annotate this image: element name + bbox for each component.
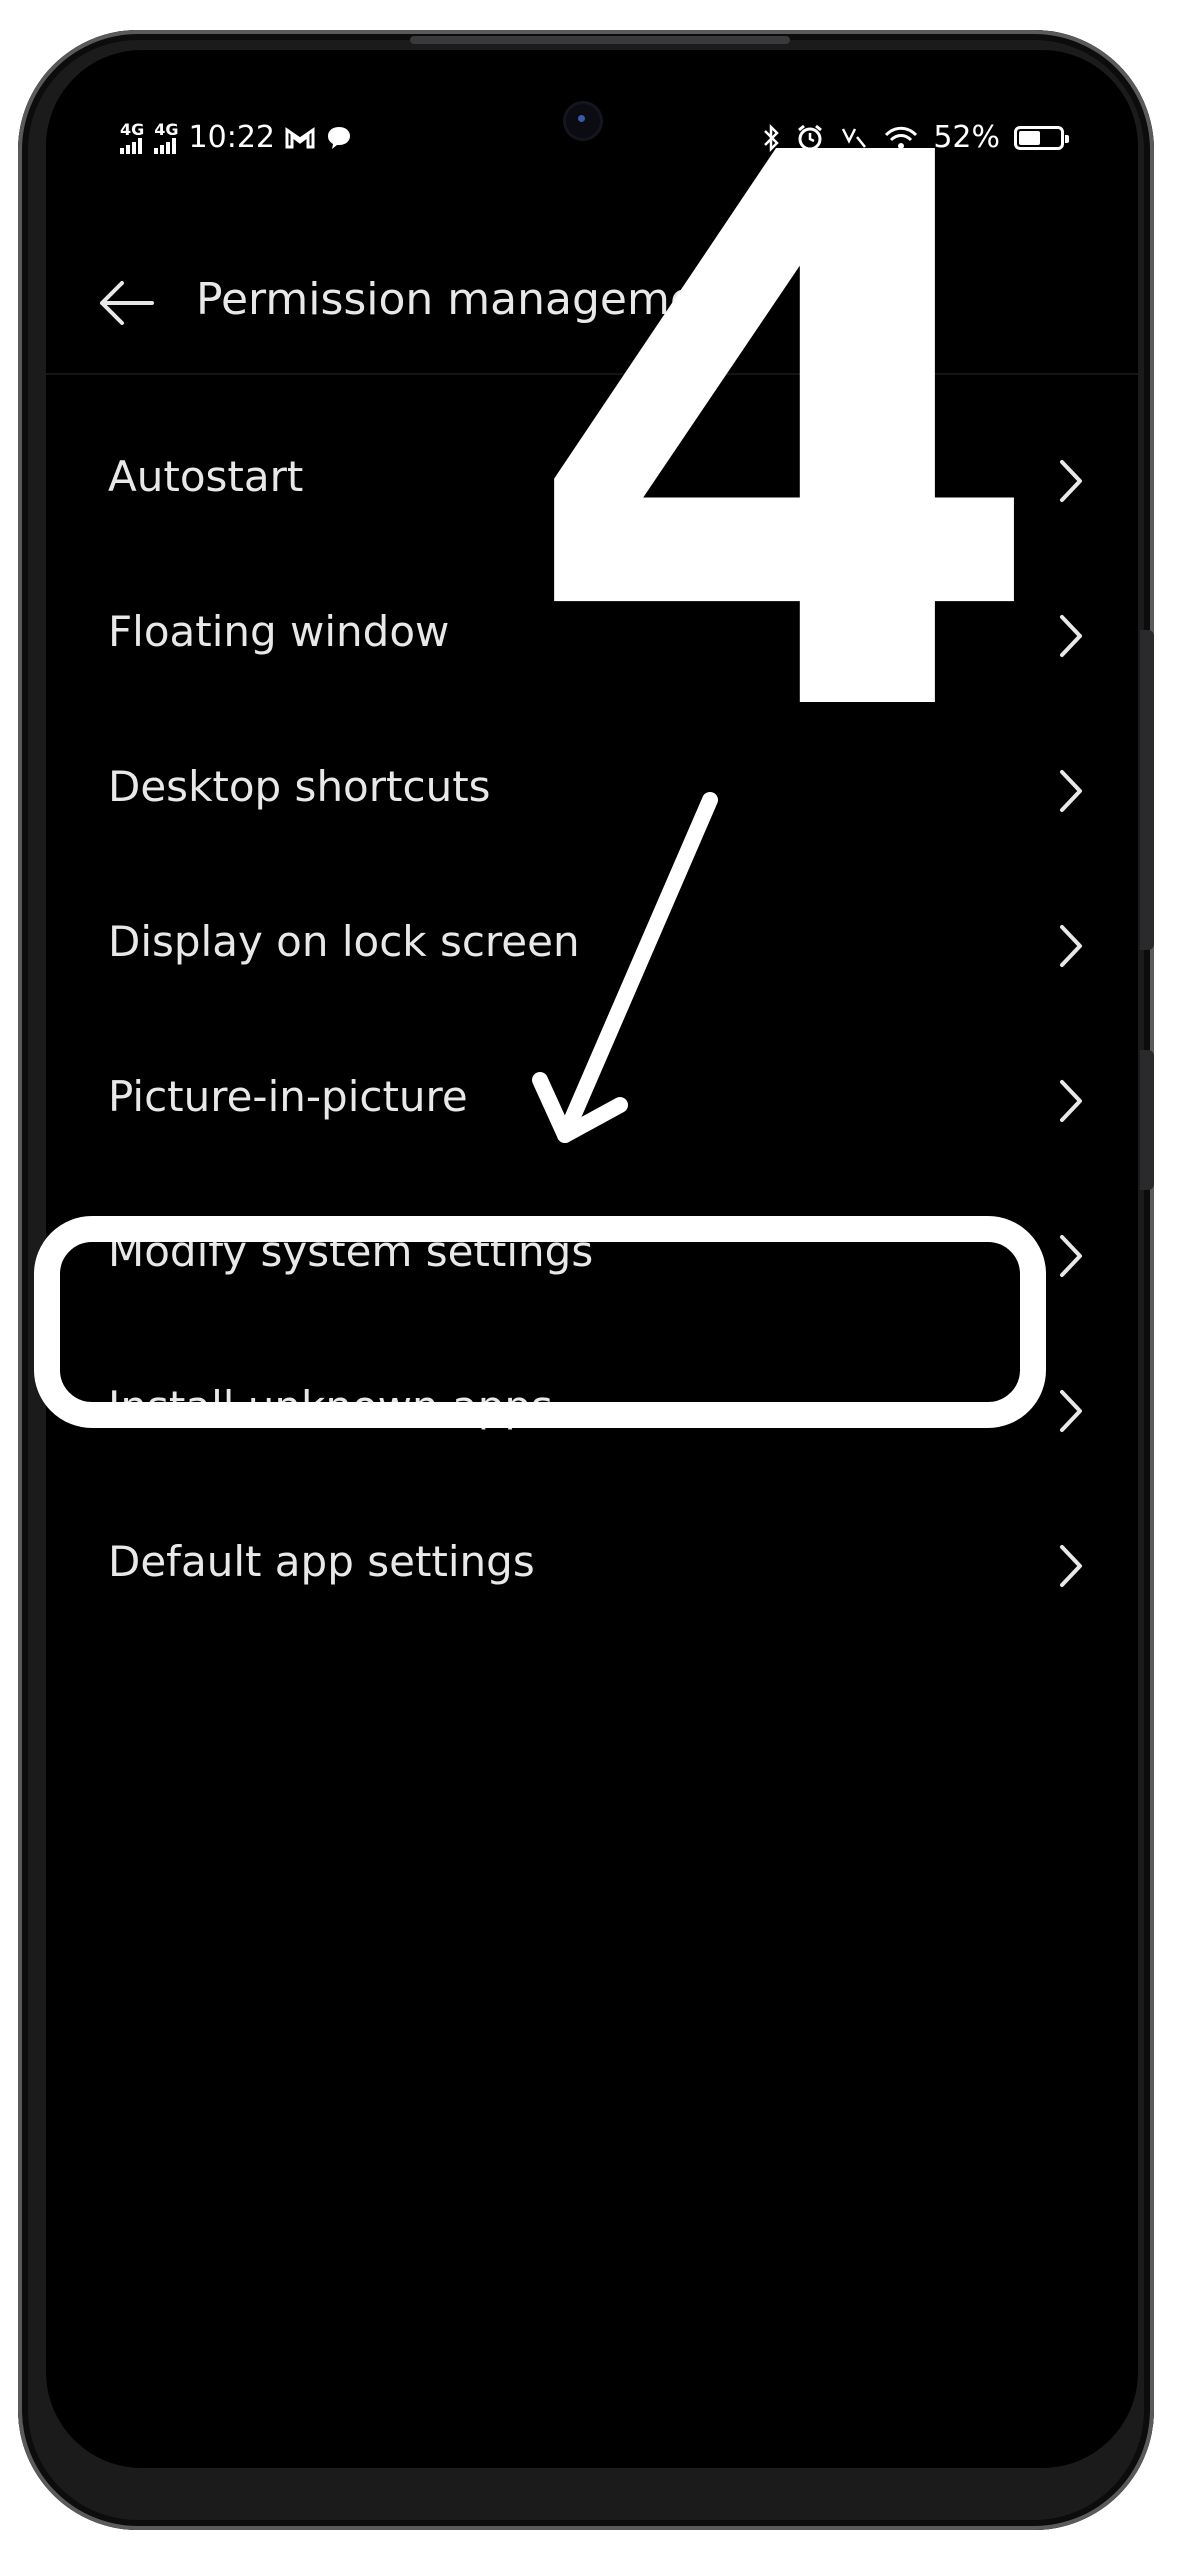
list-item-label: Install unknown apps (108, 1382, 553, 1431)
list-item-default-app-settings[interactable]: Default app settings (46, 1495, 1138, 1650)
list-item-autostart[interactable]: Autostart (46, 410, 1138, 565)
list-item-picture-in-picture[interactable]: Picture-in-picture (46, 1030, 1138, 1185)
list-item-display-on-lock-screen[interactable]: Display on lock screen (46, 875, 1138, 1030)
status-bar: 4G 4G 10:22 52% (106, 110, 1078, 174)
screen: 4G 4G 10:22 52% Permission management Au… (46, 50, 1138, 2468)
list-item-label: Display on lock screen (108, 917, 580, 966)
list-item-label: Modify system settings (108, 1227, 594, 1276)
power-button (1140, 1050, 1154, 1190)
chevron-right-icon (1060, 925, 1082, 967)
bluetooth-icon (764, 123, 780, 152)
battery-icon (1014, 125, 1069, 150)
chevron-right-icon (1060, 1080, 1082, 1122)
alarm-icon (798, 124, 823, 150)
battery-percent: 52% (933, 120, 1000, 155)
list-item-modify-system-settings[interactable]: Modify system settings (46, 1185, 1138, 1340)
chevron-right-icon (1060, 1390, 1082, 1432)
chevron-right-icon (1060, 460, 1082, 502)
permission-list: Autostart Floating window Desktop shortc… (46, 410, 1138, 1650)
list-item-label: Desktop shortcuts (108, 762, 491, 811)
back-arrow-icon[interactable] (96, 278, 156, 328)
list-item-install-unknown-apps[interactable]: Install unknown apps (46, 1340, 1138, 1495)
list-item-label: Picture-in-picture (108, 1072, 468, 1121)
volume-button (1140, 630, 1154, 950)
app-header: Permission management (46, 250, 1138, 360)
chevron-right-icon (1060, 770, 1082, 812)
chevron-right-icon (1060, 615, 1082, 657)
list-item-label: Floating window (108, 607, 450, 656)
signal-icon-2: 4G (154, 119, 179, 154)
wifi-icon (885, 126, 918, 149)
list-item-floating-window[interactable]: Floating window (46, 565, 1138, 720)
volte-icon (842, 127, 867, 148)
network-type-1: 4G (120, 119, 145, 139)
battery-fill (1019, 130, 1040, 145)
network-type-2: 4G (154, 119, 179, 139)
gmail-icon (285, 126, 315, 148)
chevron-right-icon (1060, 1545, 1082, 1587)
clock: 10:22 (188, 120, 275, 155)
chevron-right-icon (1060, 1235, 1082, 1277)
header-divider (46, 373, 1138, 375)
page-title: Permission management (196, 274, 743, 325)
list-item-desktop-shortcuts[interactable]: Desktop shortcuts (46, 720, 1138, 875)
signal-icon-1: 4G (120, 119, 145, 154)
message-icon (328, 126, 350, 149)
list-item-label: Autostart (108, 452, 304, 501)
earpiece (410, 36, 790, 44)
list-item-label: Default app settings (108, 1537, 535, 1586)
